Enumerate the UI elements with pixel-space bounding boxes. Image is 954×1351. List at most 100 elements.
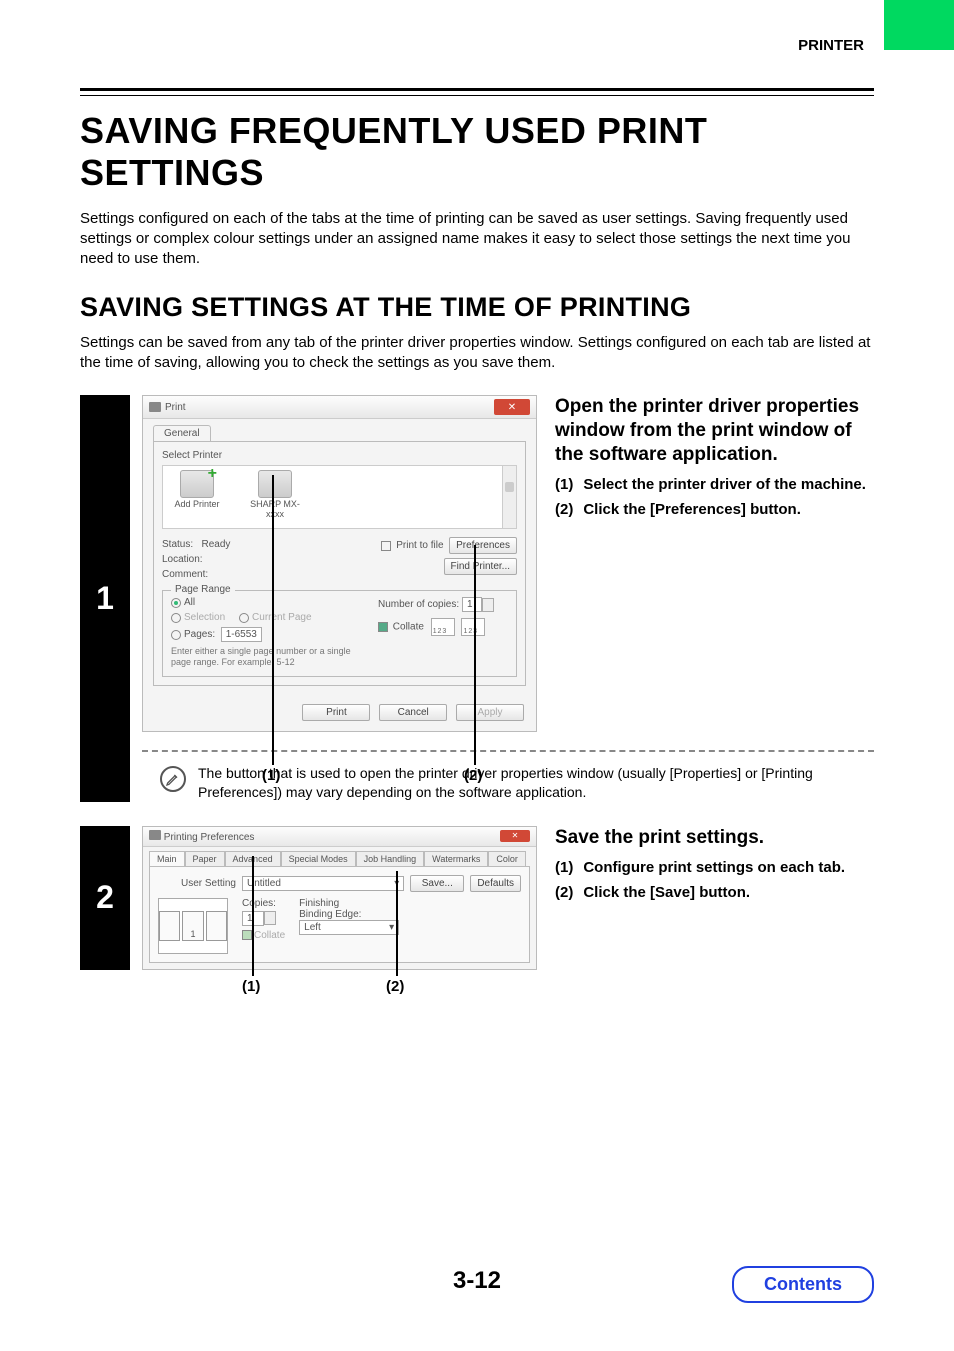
step-number: 1 [80,395,130,801]
collate-label: Collate [393,622,424,633]
collate-checkbox[interactable] [378,622,388,632]
print-button[interactable]: Print [302,704,370,721]
tab-job-handling[interactable]: Job Handling [356,851,425,866]
section-intro: Settings can be saved from any tab of th… [80,333,874,374]
binding-label: Binding Edge: [299,909,399,920]
tab-color[interactable]: Color [488,851,526,866]
tab-general[interactable]: General [153,425,211,441]
status-label: Status: [162,539,193,550]
location-label: Location: [162,552,230,567]
intro-text: Settings configured on each of the tabs … [80,209,874,270]
printer-icon [149,830,161,840]
preferences-button[interactable]: Preferences [449,537,517,554]
rule [80,88,874,91]
binding-value: Left [304,922,321,933]
copies-input[interactable]: 1 [462,597,482,612]
apply-button[interactable]: Apply [456,704,524,721]
user-setting-label: User Setting [158,878,236,889]
dialog-titlebar: Print ✕ [143,396,536,419]
user-setting-dropdown[interactable]: Untitled▾ [242,876,404,891]
printing-preferences-dialog: Printing Preferences ✕ Main Paper Advanc… [142,826,537,970]
printer-device-icon [258,470,292,498]
tab-main[interactable]: Main [149,851,185,866]
copies-stepper[interactable] [482,598,494,612]
page-icon [206,911,227,941]
page-icon [159,911,180,941]
copies-label: Number of copies: [378,599,459,610]
tab-watermarks[interactable]: Watermarks [424,851,488,866]
rule [80,95,874,96]
comment-label: Comment: [162,567,230,582]
defaults-button[interactable]: Defaults [470,875,521,892]
radio-current-page-label: Current Page [252,612,311,623]
add-printer-icon [180,470,214,498]
sub-text: Select the printer driver of the machine… [583,476,866,493]
sub-num: (1) [555,859,573,876]
dialog-title: Printing Preferences [164,832,255,843]
save-button[interactable]: Save... [410,875,464,892]
step-heading: Save the print settings. [555,826,874,850]
sub-text: Click the [Preferences] button. [583,501,801,518]
print-to-file-checkbox[interactable] [381,541,391,551]
section-header: PRINTER [798,37,864,54]
printer-list[interactable]: Add Printer SHARP MX-xxxx [162,465,517,529]
close-icon[interactable]: ✕ [500,830,530,842]
printer-item-sharp[interactable]: SHARP MX-xxxx [245,470,305,524]
tab-paper[interactable]: Paper [185,851,225,866]
callout-1: (1) [242,978,260,995]
radio-selection-label: Selection [184,612,225,623]
sub-item: (2) Click the [Save] button. [555,884,874,901]
find-printer-button[interactable]: Find Printer... [444,558,517,575]
pages-hint: Enter either a single page number or a s… [171,646,360,668]
close-icon[interactable]: ✕ [494,399,530,415]
dialog-titlebar: Printing Preferences ✕ [143,827,536,847]
radio-all[interactable] [171,598,181,608]
radio-pages[interactable] [171,630,181,640]
pages-input[interactable]: 1-6553 [221,627,262,642]
status-value: Ready [201,539,230,550]
page-title: SAVING FREQUENTLY USED PRINT SETTINGS [80,110,874,195]
copies-stepper[interactable] [264,911,276,925]
print-to-file-label: Print to file [396,540,443,551]
note-text: The button that is used to open the prin… [198,764,874,802]
sub-item: (1) Configure print settings on each tab… [555,859,874,876]
sub-text: Click the [Save] button. [583,884,750,901]
finishing-label: Finishing [299,898,399,909]
callout-line-2 [396,871,398,976]
tab-special-modes[interactable]: Special Modes [281,851,356,866]
printer-name: Add Printer [174,499,219,509]
chevron-down-icon: ▾ [389,922,394,933]
collate-label: Collate [254,930,285,941]
sub-item: (2) Click the [Preferences] button. [555,501,874,518]
callout-2: (2) [464,767,482,784]
callout-line-1 [252,856,254,976]
cancel-button[interactable]: Cancel [379,704,447,721]
contents-button[interactable]: Contents [732,1266,874,1303]
section-heading: SAVING SETTINGS AT THE TIME OF PRINTING [80,292,874,323]
collate-checkbox[interactable] [242,930,252,940]
step-heading: Open the printer driver properties windo… [555,395,874,466]
step-1: 1 Print ✕ General [80,395,874,801]
step-number: 2 [80,826,130,970]
sub-num: (2) [555,884,573,901]
page-content: SAVING FREQUENTLY USED PRINT SETTINGS Se… [80,88,874,970]
callout-2: (2) [386,978,404,995]
binding-dropdown[interactable]: Left ▾ [299,920,399,935]
copies-label: Copies: [242,898,285,909]
tabstrip: Main Paper Advanced Special Modes Job Ha… [143,847,536,866]
sub-item: (1) Select the printer driver of the mac… [555,476,874,493]
sub-num: (1) [555,476,573,493]
sub-num: (2) [555,501,573,518]
radio-all-label: All [184,597,195,608]
radio-pages-label: Pages: [184,629,215,640]
scrollbar[interactable] [502,466,516,528]
radio-selection[interactable] [171,613,181,623]
step-2: 2 Printing Preferences ✕ Main [80,826,874,970]
print-dialog: Print ✕ General Select Printer [142,395,537,732]
radio-current-page[interactable] [239,613,249,623]
callout-line-2 [474,545,476,765]
preview-thumb: 1 [158,898,228,954]
section-tab [884,0,954,50]
printer-item-add[interactable]: Add Printer [167,470,227,524]
printer-icon [149,402,161,412]
